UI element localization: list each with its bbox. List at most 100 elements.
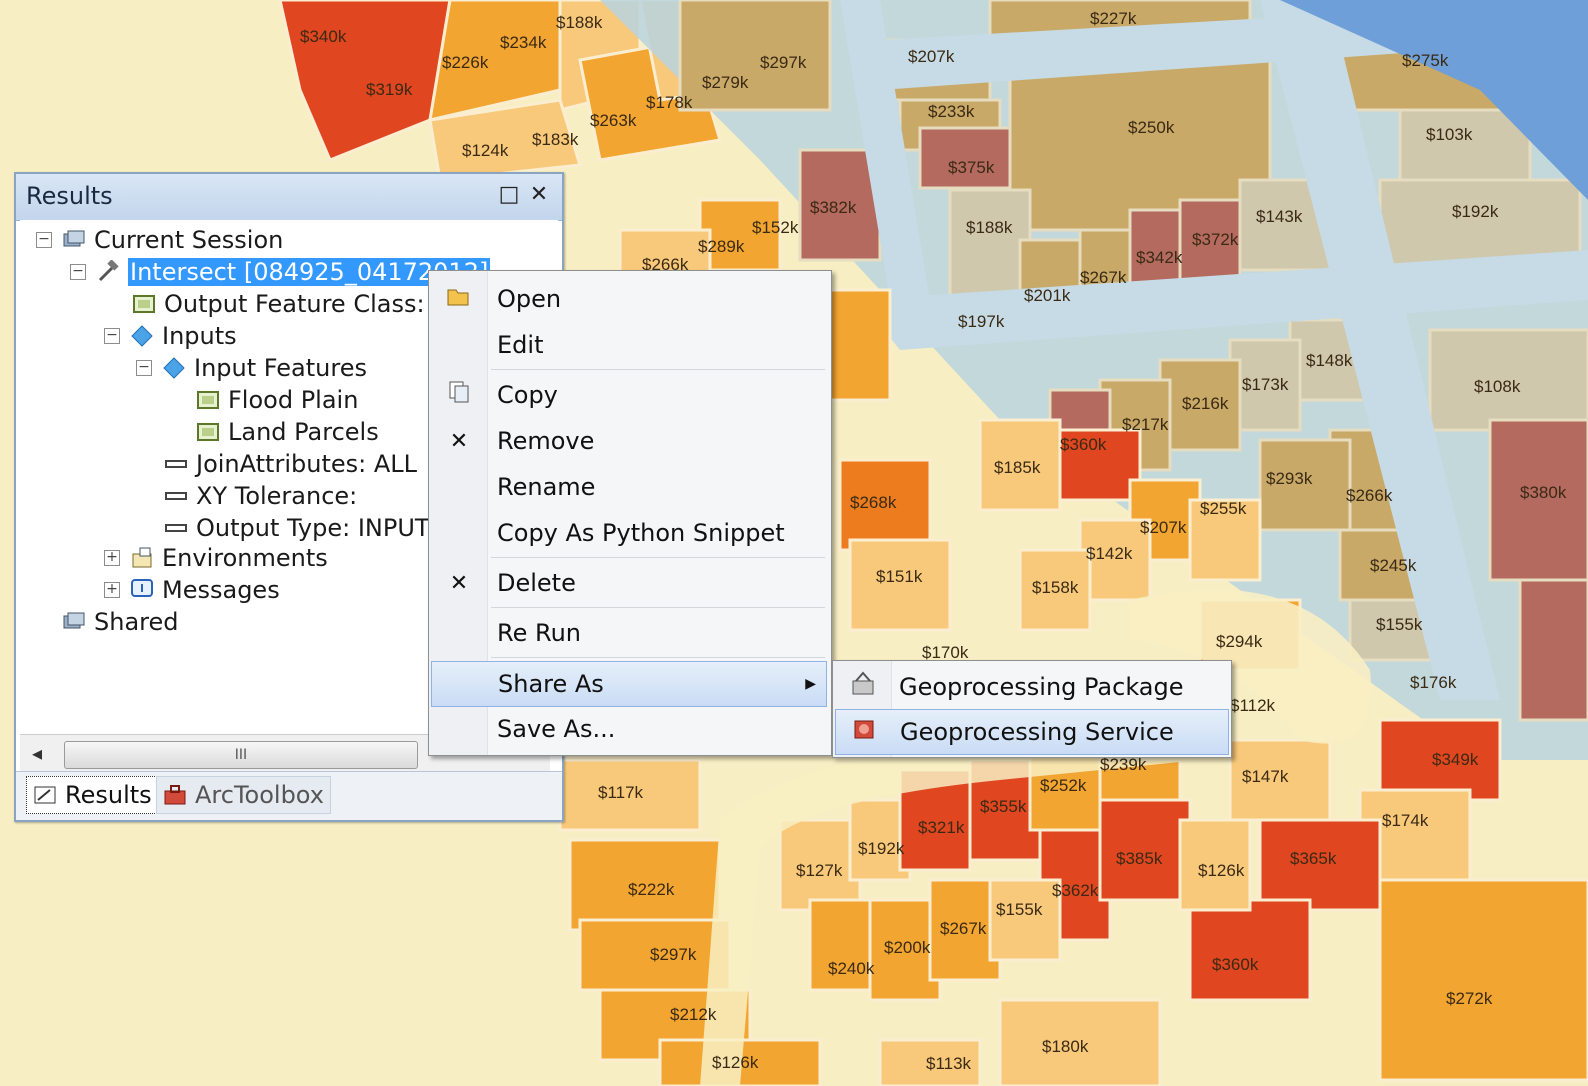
price-label: $192k — [858, 839, 905, 858]
expand-icon[interactable]: + — [104, 582, 120, 598]
collapse-icon[interactable]: − — [70, 264, 86, 280]
price-label: $360k — [1060, 435, 1107, 454]
menu-item-rename[interactable]: Rename — [431, 465, 827, 509]
price-label: $272k — [1446, 989, 1493, 1008]
menu-label: Save As... — [497, 715, 616, 743]
expand-icon[interactable]: + — [104, 550, 120, 566]
tab-arctoolbox[interactable]: ArcToolbox — [156, 776, 331, 814]
menu-item-save-as[interactable]: Save As... — [431, 707, 827, 751]
collapse-icon[interactable]: − — [36, 232, 52, 248]
menu-item-edit[interactable]: Edit — [431, 323, 827, 367]
tree-node-inputs[interactable]: − Inputs — [104, 320, 237, 352]
tree-label: Current Session — [94, 226, 284, 254]
price-label: $103k — [1426, 125, 1473, 144]
tree-node-input-features[interactable]: − Input Features — [136, 352, 367, 384]
tree-node-flood-plain[interactable]: Flood Plain — [196, 384, 358, 416]
price-label: $207k — [1140, 518, 1187, 537]
price-label: $143k — [1256, 207, 1303, 226]
price-label: $127k — [796, 861, 843, 880]
tree-node-xy-tolerance[interactable]: XY Tolerance: — [164, 480, 357, 512]
price-label: $155k — [996, 900, 1043, 919]
price-label: $113k — [926, 1054, 972, 1073]
feature-class-icon — [196, 420, 220, 444]
parameter-icon — [164, 516, 188, 540]
price-label: $267k — [1080, 268, 1127, 287]
tree-node-messages[interactable]: + Messages — [104, 574, 280, 606]
price-label: $216k — [1182, 394, 1229, 413]
menu-item-delete[interactable]: ✕ Delete — [431, 561, 827, 605]
tab-label: Results — [65, 781, 152, 809]
scroll-left-icon[interactable]: ◂ — [32, 741, 42, 765]
price-label: $197k — [958, 312, 1005, 331]
tab-results[interactable]: Results — [26, 776, 159, 814]
price-label: $207k — [908, 47, 955, 66]
close-button[interactable]: ✕ — [526, 180, 552, 210]
submenu-item-geoprocessing-package[interactable]: Geoprocessing Package — [835, 665, 1227, 709]
tree-label: XY Tolerance: — [196, 482, 358, 510]
collapse-icon[interactable]: − — [104, 328, 120, 344]
context-menu[interactable]: Open Edit Copy ✕ Remove Rename Copy As P… — [428, 270, 832, 756]
tree-node-shared[interactable]: Shared — [62, 606, 179, 638]
menu-label: Geoprocessing Service — [900, 718, 1174, 746]
price-label: $263k — [590, 111, 637, 130]
price-label: $180k — [1042, 1037, 1089, 1056]
results-titlebar[interactable]: Results □ ✕ — [16, 174, 562, 221]
tree-label: Output Feature Class: P — [164, 290, 447, 318]
delete-x-icon: ✕ — [449, 570, 469, 596]
remove-x-icon: ✕ — [449, 428, 469, 454]
price-label: $245k — [1370, 556, 1417, 575]
menu-separator — [491, 657, 825, 658]
menu-label: Share As — [498, 670, 604, 698]
session-stack-icon — [62, 228, 86, 252]
price-label: $372k — [1192, 230, 1239, 249]
price-label: $158k — [1032, 578, 1079, 597]
tree-node-land-parcels[interactable]: Land Parcels — [196, 416, 379, 448]
price-label: $226k — [442, 53, 489, 72]
toolbox-icon — [163, 783, 187, 807]
price-label: $365k — [1290, 849, 1337, 868]
open-folder-icon — [431, 284, 487, 314]
submenu-item-geoprocessing-service[interactable]: Geoprocessing Service — [835, 709, 1229, 755]
tree-node-output-type[interactable]: Output Type: INPUT — [164, 512, 430, 544]
price-label: $293k — [1266, 469, 1313, 488]
menu-item-copy-as-python-snippet[interactable]: Copy As Python Snippet — [431, 511, 827, 555]
menu-label: Edit — [497, 331, 544, 359]
price-label: $188k — [556, 13, 603, 32]
price-label: $155k — [1376, 615, 1423, 634]
menu-label: Rename — [497, 473, 596, 501]
results-tabs[interactable]: Results ArcToolbox — [16, 771, 562, 820]
share-as-submenu[interactable]: Geoprocessing Package Geoprocessing Serv… — [832, 660, 1232, 758]
price-label: $362k — [1052, 881, 1099, 900]
tree-label: Input Features — [194, 354, 367, 382]
price-label: $297k — [650, 945, 697, 964]
menu-item-open[interactable]: Open — [431, 277, 827, 321]
copy-icon — [431, 380, 487, 410]
tree-node-join-attributes[interactable]: JoinAttributes: ALL — [164, 448, 417, 480]
collapse-icon[interactable]: − — [136, 360, 152, 376]
price-label: $117k — [598, 783, 644, 802]
menu-item-share-as[interactable]: Share As ▶ — [431, 661, 827, 707]
menu-separator — [491, 607, 825, 608]
price-label: $147k — [1242, 767, 1289, 786]
message-info-icon — [130, 578, 154, 602]
menu-separator — [491, 557, 825, 558]
menu-item-copy[interactable]: Copy — [431, 373, 827, 417]
tree-node-environments[interactable]: + Environments — [104, 542, 328, 574]
tree-label: JoinAttributes: ALL — [196, 450, 417, 478]
package-icon — [835, 671, 891, 703]
price-label: $250k — [1128, 118, 1175, 137]
price-label: $252k — [1040, 776, 1087, 795]
scroll-thumb[interactable]: III — [64, 741, 418, 769]
submenu-arrow-icon: ▶ — [805, 676, 816, 692]
restore-button[interactable]: □ — [496, 180, 522, 210]
menu-item-remove[interactable]: ✕ Remove — [431, 419, 827, 463]
price-label: $176k — [1410, 673, 1457, 692]
tree-node-current-session[interactable]: − Current Session — [36, 224, 283, 256]
price-label: $360k — [1212, 955, 1259, 974]
environments-icon — [130, 546, 154, 570]
tree-node-output-feature-class[interactable]: Output Feature Class: P — [132, 288, 447, 320]
price-label: $375k — [948, 158, 995, 177]
menu-item-re-run[interactable]: Re Run — [431, 611, 827, 655]
shared-stack-icon — [62, 610, 86, 634]
tree-label: Flood Plain — [228, 386, 359, 414]
